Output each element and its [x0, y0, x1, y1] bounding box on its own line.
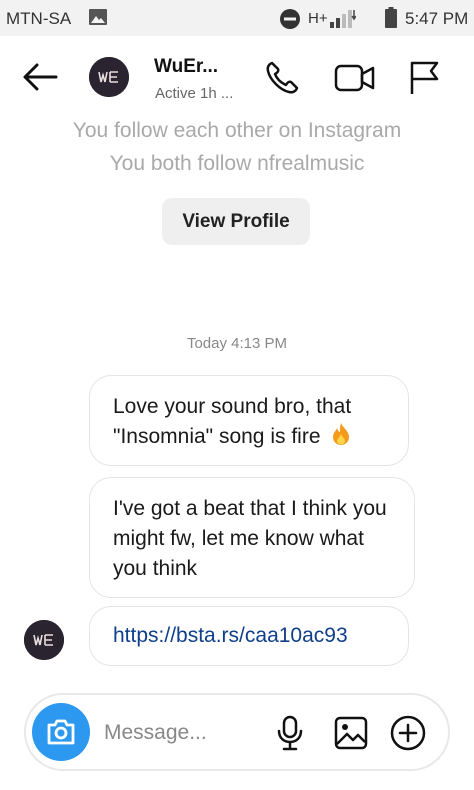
contact-name[interactable]: WuEr...: [154, 56, 218, 78]
phone-icon[interactable]: [264, 60, 300, 96]
signal-icon: [330, 10, 356, 28]
video-camera-icon[interactable]: [334, 62, 376, 94]
avatar-logo-icon: [89, 57, 129, 97]
fire-emoji-icon: [333, 423, 350, 445]
carrier-name: MTN-SA: [6, 9, 72, 28]
message-bubble[interactable]: https://bsta.rs/caa10ac93: [89, 606, 409, 666]
message-text: I've got a beat that I think you might f…: [113, 497, 387, 580]
camera-icon: [47, 719, 75, 745]
message-bubble[interactable]: Love your sound bro, that "Insomnia" son…: [89, 375, 409, 466]
message-composer: [24, 693, 450, 771]
view-profile-button[interactable]: View Profile: [162, 198, 310, 245]
microphone-icon[interactable]: [277, 715, 303, 751]
message-bubble[interactable]: I've got a beat that I think you might f…: [89, 477, 415, 598]
sender-avatar[interactable]: [24, 620, 64, 660]
avatar-logo-icon: [24, 620, 64, 660]
chat-header: WuEr... Active 1h ...: [0, 40, 474, 114]
message-timestamp: Today 4:13 PM: [186, 335, 288, 352]
active-status: Active 1h ...: [155, 85, 234, 102]
status-bar: MTN-SA H+ 5:47 PM: [0, 0, 474, 36]
avatar[interactable]: [89, 57, 129, 97]
image-icon: [89, 9, 107, 25]
message-text: Love your sound bro, that "Insomnia" son…: [113, 395, 352, 448]
message-input[interactable]: [102, 715, 271, 751]
arrow-left-icon[interactable]: [22, 62, 58, 92]
message-link[interactable]: https://bsta.rs/caa10ac93: [113, 624, 348, 647]
dnd-icon: [280, 9, 300, 29]
battery-icon: [385, 7, 397, 28]
flag-icon[interactable]: [408, 60, 442, 96]
gallery-icon[interactable]: [334, 716, 368, 750]
network-type: H+: [308, 10, 328, 27]
camera-button[interactable]: [32, 703, 90, 761]
common-follow-text: You both follow nfrealmusic: [109, 152, 365, 175]
clock: 5:47 PM: [405, 9, 469, 28]
add-icon[interactable]: [390, 715, 426, 751]
mutual-follow-text: You follow each other on Instagram: [72, 119, 402, 142]
